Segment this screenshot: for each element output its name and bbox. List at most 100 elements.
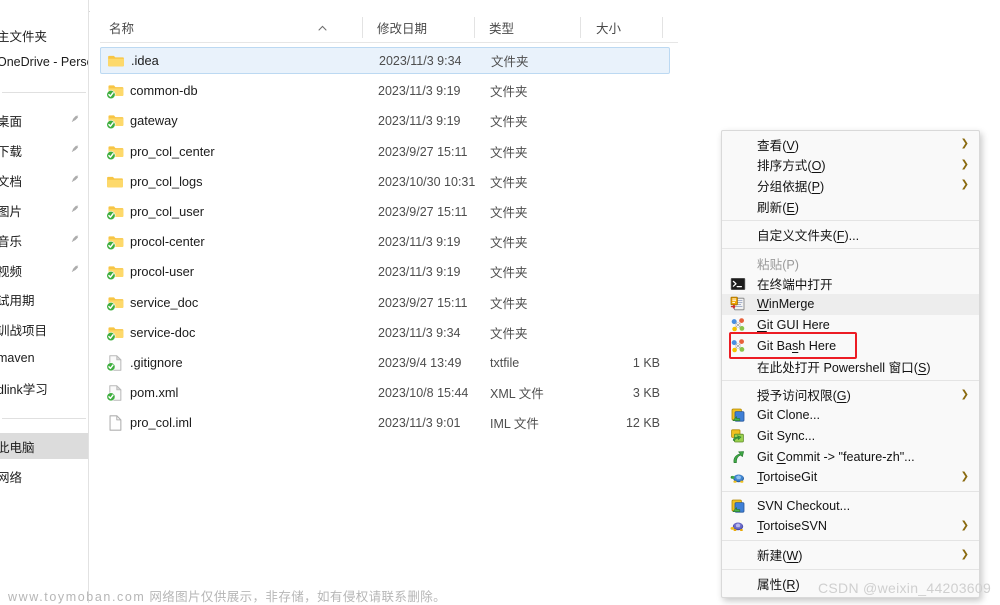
column-header-type[interactable]: 类型: [480, 12, 514, 42]
sidebar-item-label: 桌面: [0, 111, 22, 130]
table-row[interactable]: pro_col_logs2023/10/30 10:31文件夹: [100, 168, 670, 195]
table-row[interactable]: .idea 2023/11/3 9:34 文件夹: [100, 47, 670, 74]
table-row[interactable]: pro_col_user 2023/9/27 15:11 文件夹: [100, 198, 670, 225]
menu-item[interactable]: Git Clone...: [722, 405, 979, 426]
cell-type: 文件夹: [490, 262, 528, 281]
sidebar-item[interactable]: dlink学习: [0, 375, 89, 401]
git-clone-icon: [730, 407, 746, 423]
sidebar-item[interactable]: 训战项目: [0, 316, 89, 342]
menu-item-label: Git Commit -> "feature-zh"...: [757, 450, 915, 464]
sidebar-item-label: 视频: [0, 261, 22, 280]
chevron-right-icon: ❯: [961, 521, 969, 531]
sidebar-item[interactable]: 桌面: [0, 107, 89, 133]
column-separator[interactable]: [474, 17, 475, 38]
table-row[interactable]: .gitignore2023/9/4 13:49txtfile1 KB: [100, 349, 670, 376]
pin-icon: [71, 205, 82, 216]
cell-name: procol-user: [130, 264, 194, 279]
cell-type: IML 文件: [490, 413, 539, 432]
cell-type: 文件夹: [490, 202, 528, 221]
menu-item[interactable]: 查看(V)❯: [722, 134, 979, 155]
svn-checkout-icon: [730, 498, 746, 514]
table-row[interactable]: gateway2023/11/3 9:19文件夹: [100, 107, 670, 134]
menu-item[interactable]: Git Bash Here: [722, 335, 979, 356]
cell-type: XML 文件: [490, 383, 544, 402]
menu-item[interactable]: 授予访问权限(G)❯: [722, 385, 979, 406]
menu-item-label: 刷新(E): [757, 197, 799, 216]
sidebar-item-label: 试用期: [0, 290, 35, 309]
menu-item[interactable]: Git Sync...: [722, 426, 979, 447]
table-row[interactable]: pom.xml2023/10/8 15:44XML 文件3 KB: [100, 379, 670, 406]
menu-item-label: 属性(R): [757, 574, 800, 593]
cell-date: 2023/9/27 15:11: [378, 205, 467, 219]
sidebar-item[interactable]: 视频: [0, 257, 89, 283]
menu-item[interactable]: 新建(W)❯: [722, 545, 979, 566]
context-menu[interactable]: 查看(V)❯排序方式(O)❯分组依据(P)❯刷新(E)自定义文件夹(F)...粘…: [721, 130, 980, 598]
folder-git-icon: [106, 112, 124, 130]
table-row[interactable]: service_doc2023/9/27 15:11文件夹: [100, 289, 670, 316]
cell-name: pro_col_center: [130, 144, 215, 159]
sidebar-item[interactable]: 试用期: [0, 286, 89, 312]
sidebar-item[interactable]: 此电脑: [0, 433, 89, 459]
cell-type: 文件夹: [490, 232, 528, 251]
menu-item[interactable]: TortoiseSVN ❯: [722, 516, 979, 537]
sort-ascending-caret-icon: [318, 25, 327, 31]
menu-item[interactable]: Git Commit -> "feature-zh"...: [722, 446, 979, 467]
menu-item[interactable]: 刷新(E): [722, 196, 979, 217]
chevron-right-icon: ❯: [961, 390, 969, 400]
menu-item-label: 粘贴(P): [757, 254, 799, 273]
sidebar-item[interactable]: maven: [0, 345, 89, 371]
menu-item: 粘贴(P): [722, 253, 979, 274]
sidebar-item[interactable]: 主文件夹: [0, 22, 89, 48]
table-row[interactable]: procol-center2023/11/3 9:19文件夹: [100, 228, 670, 255]
column-header-size[interactable]: 大小: [587, 12, 621, 42]
menu-item[interactable]: Git GUI Here: [722, 315, 979, 336]
table-row[interactable]: common-db2023/11/3 9:19文件夹: [100, 77, 670, 104]
column-separator[interactable]: [662, 17, 663, 38]
navigation-sidebar: 主文件夹 OneDrive - Person 桌面下载文档图片音乐视频试用期训战项目…: [0, 0, 89, 603]
sidebar-item[interactable]: 音乐: [0, 227, 89, 253]
pin-icon: [71, 145, 82, 156]
menu-item-label: 排序方式(O): [757, 155, 826, 174]
sidebar-item[interactable]: OneDrive - Person: [0, 49, 89, 75]
table-row[interactable]: procol-user2023/11/3 9:19文件夹: [100, 258, 670, 285]
column-header-label: 大小: [596, 18, 621, 37]
menu-item-label: 分组依据(P): [757, 176, 824, 195]
cell-name: pro_col_user: [130, 204, 204, 219]
cell-date: 2023/11/3 9:34: [379, 54, 461, 68]
table-row[interactable]: pro_col.iml2023/11/3 9:01IML 文件12 KB: [100, 409, 670, 436]
menu-item-label: 在终端中打开: [757, 274, 833, 293]
git-commit-icon: [730, 449, 746, 465]
cell-name: common-db: [130, 83, 198, 98]
sidebar-item-label: 训战项目: [0, 320, 47, 339]
menu-item[interactable]: SVN Checkout...: [722, 496, 979, 517]
column-header-label: 修改日期: [377, 18, 427, 37]
menu-item[interactable]: 分组依据(P)❯: [722, 175, 979, 196]
menu-item[interactable]: 自定义文件夹(F)...: [722, 224, 979, 245]
menu-item[interactable]: 在此处打开 Powershell 窗口(S): [722, 356, 979, 377]
menu-item-label: 新建(W): [757, 545, 802, 564]
sidebar-item[interactable]: 文档: [0, 167, 89, 193]
menu-item[interactable]: 在终端中打开: [722, 274, 979, 295]
sidebar-item-label: OneDrive - Person: [0, 55, 89, 69]
table-row[interactable]: pro_col_center2023/9/27 15:11文件夹: [100, 138, 670, 165]
menu-separator: [722, 491, 979, 492]
column-header-name[interactable]: 名称: [100, 12, 134, 42]
sidebar-item[interactable]: 图片: [0, 197, 89, 223]
menu-item-label: TortoiseSVN: [757, 519, 827, 533]
column-separator[interactable]: [362, 17, 363, 38]
cell-name: .idea: [131, 53, 159, 68]
column-header-date[interactable]: 修改日期: [368, 12, 427, 42]
table-row[interactable]: service-doc2023/11/3 9:34文件夹: [100, 319, 670, 346]
sidebar-item-label: 下载: [0, 141, 22, 160]
cell-name: procol-center: [130, 234, 205, 249]
menu-item[interactable]: TortoiseGit❯: [722, 467, 979, 488]
sidebar-item[interactable]: 网络: [0, 463, 89, 489]
column-separator[interactable]: [580, 17, 581, 38]
cell-type: 文件夹: [490, 142, 528, 161]
cell-type: 文件夹: [491, 51, 529, 70]
csdn-watermark: CSDN @weixin_44203609: [818, 580, 991, 596]
sidebar-item[interactable]: 下载: [0, 137, 89, 163]
menu-item[interactable]: WinMerge: [722, 294, 979, 315]
menu-item[interactable]: 排序方式(O)❯: [722, 155, 979, 176]
column-header-label: 类型: [489, 18, 514, 37]
